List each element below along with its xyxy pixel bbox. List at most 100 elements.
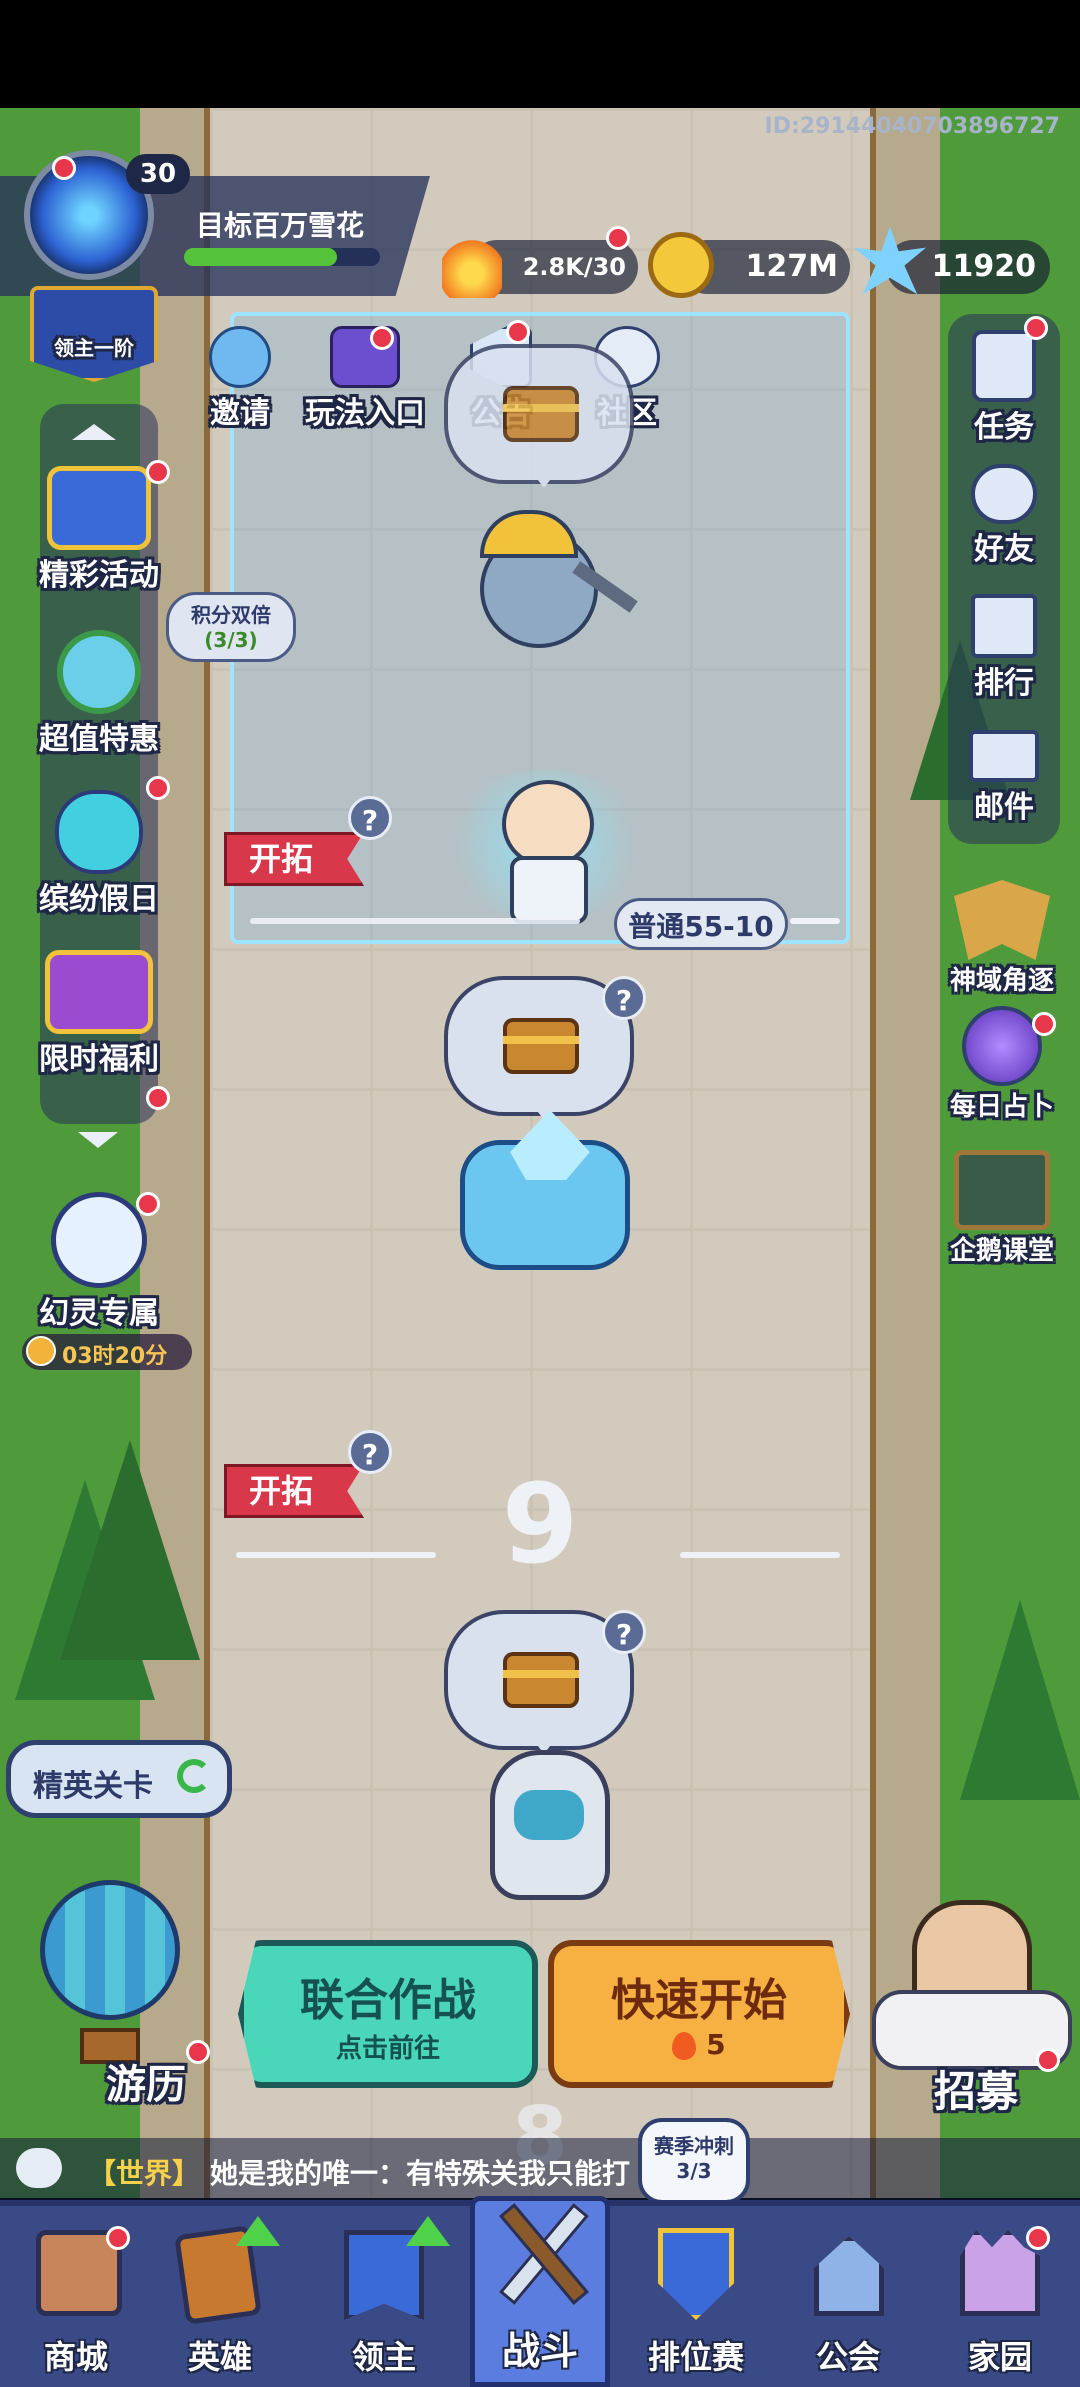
left-menu-item-deals[interactable]: 超值特惠 [24, 630, 174, 758]
upgrade-arrow-icon [236, 2216, 280, 2246]
right-menu-item-penguin-class[interactable]: 企鹅课堂 [924, 1150, 1080, 1267]
right-menu-item-ranking[interactable]: 排行 [934, 594, 1074, 702]
nav-tab-heroes[interactable]: 英雄 [150, 2210, 290, 2380]
game-screen: ID:29144040703896727 30 目标百万雪花 领主一阶 2.8K… [0, 0, 1080, 2387]
scroll-down-icon[interactable] [78, 1132, 118, 1148]
travel-button[interactable]: 游历 [10, 1860, 220, 2108]
guild-castle-icon [814, 2236, 884, 2316]
player-id: ID:29144040703896727 [764, 114, 1060, 139]
left-menu-item-holiday[interactable]: 缤纷假日 [24, 776, 174, 918]
right-menu-label: 企鹅课堂 [949, 1236, 1054, 1266]
treasure-welfare-icon [45, 950, 153, 1034]
travel-dot [186, 2040, 210, 2064]
enemy-yeti[interactable] [470, 1750, 640, 1920]
chest-icon [503, 386, 579, 442]
double-points-count: (3/3) [204, 628, 258, 652]
nav-tab-lord[interactable]: 领主 [314, 2210, 454, 2380]
nav-tab-guild[interactable]: 公会 [778, 2210, 918, 2380]
scroll-up-icon[interactable] [72, 424, 116, 440]
help-icon[interactable]: ? [602, 1610, 646, 1654]
left-menu-dot [136, 1192, 160, 1216]
left-menu-label: 幻灵专属 [39, 1296, 159, 1331]
spirit-timer: 03时20分 [22, 1334, 192, 1370]
right-menu-item-divination[interactable]: 每日占卜 [924, 1006, 1080, 1123]
quick-start-button[interactable]: 快速开始 5 [548, 1940, 850, 2088]
enemy-miner-zombie[interactable] [440, 500, 640, 660]
right-menu-item-divine-contest[interactable]: 神域角逐 [924, 880, 1080, 997]
nav-tab-home[interactable]: 家园 [930, 2210, 1070, 2380]
shortcut-invite[interactable]: 邀请 [200, 326, 280, 432]
enemy-ice-golem[interactable] [450, 1110, 640, 1280]
season-sprint-count: 3/3 [676, 2159, 712, 2183]
wings-crest-icon [954, 880, 1050, 960]
shortcut-label: 玩法入口 [305, 396, 425, 431]
hero-character[interactable] [440, 760, 650, 930]
quick-start-cost-value: 5 [706, 2028, 726, 2061]
left-menu-item-spirit[interactable]: 幻灵专属 [24, 1192, 174, 1332]
stage-divider [680, 1552, 840, 1558]
double-points-text: 积分双倍 [191, 603, 271, 627]
floor-number: 9 [501, 1460, 579, 1588]
elite-stage-text: 精英关卡 [33, 1769, 153, 1804]
level-badge: 30 [126, 154, 190, 194]
clock-deal-icon [57, 630, 141, 714]
stage-divider [790, 918, 840, 924]
stamina-value: 2.8K/30 [522, 253, 626, 281]
gold-coin-icon [648, 232, 714, 298]
hero-head [502, 780, 594, 868]
explore-flag[interactable]: 开拓 [224, 832, 364, 886]
double-points-bubble[interactable]: 积分双倍 (3/3) [166, 592, 296, 662]
hero-body [510, 856, 588, 924]
right-menu-dot [1024, 316, 1048, 340]
enemy-hat [480, 510, 578, 558]
left-menu-item-events[interactable]: 精彩活动 [24, 460, 174, 594]
spirit-timer-text: 03时20分 [62, 1344, 168, 1369]
right-menu-label: 排行 [974, 666, 1034, 701]
player-title: 目标百万雪花 [196, 209, 365, 242]
explore-flag-text: 开拓 [249, 840, 314, 878]
right-menu-dot [1032, 1012, 1056, 1036]
chest-event-icon [47, 466, 151, 550]
nav-label: 领主 [351, 2338, 416, 2376]
shortcut-label: 邀请 [210, 396, 270, 431]
left-menu-dot [146, 460, 170, 484]
nav-label: 排位赛 [647, 2338, 744, 2376]
level-text: 30 [139, 159, 177, 189]
clipboard-icon [972, 330, 1036, 402]
travel-label: 游历 [106, 2062, 186, 2108]
stamina-icon [442, 228, 502, 298]
left-menu-label: 超值特惠 [39, 722, 159, 757]
chat-bar[interactable]: 【世界】 她是我的唯一：有特殊关我只能打 [0, 2138, 1080, 2200]
mail-icon [969, 730, 1039, 782]
shortcut-gameplay[interactable]: 玩法入口 [300, 326, 430, 432]
help-icon[interactable]: ? [602, 976, 646, 1020]
nav-label: 英雄 [187, 2338, 252, 2376]
right-menu-item-mail[interactable]: 邮件 [934, 730, 1074, 826]
nav-label: 家园 [967, 2338, 1032, 2376]
help-icon[interactable]: ? [348, 796, 392, 840]
reward-bubble[interactable] [444, 344, 634, 488]
elite-stage-button[interactable]: 精英关卡 [6, 1740, 232, 1818]
explore-flag[interactable]: 开拓 [224, 1464, 364, 1518]
nav-tab-shop[interactable]: 商城 [6, 2210, 146, 2380]
recruit-button[interactable]: 招募 [862, 1900, 1074, 2120]
status-bar [0, 0, 1080, 108]
tree [960, 1600, 1080, 1800]
season-sprint-badge[interactable]: 赛季冲刺 3/3 [638, 2118, 750, 2204]
coop-battle-button[interactable]: 联合作战 点击前往 [238, 1940, 538, 2088]
crystal-ball-icon [962, 1006, 1042, 1086]
nav-label: 公会 [815, 2338, 880, 2376]
shortcut-dot [506, 320, 530, 344]
flame-icon [672, 2032, 697, 2060]
chat-bubble-icon [16, 2148, 62, 2188]
right-menu-item-friends[interactable]: 好友 [934, 464, 1074, 568]
help-icon[interactable]: ? [348, 1430, 392, 1474]
right-menu-item-tasks[interactable]: 任务 [934, 316, 1074, 446]
nav-tab-ranked[interactable]: 排位赛 [626, 2210, 766, 2380]
nav-label: 战斗 [501, 2329, 578, 2373]
left-menu-label: 限时福利 [39, 1042, 159, 1077]
quick-start-cost: 5 [554, 2028, 844, 2061]
left-menu-label: 精彩活动 [39, 558, 159, 593]
nav-tab-battle[interactable]: 战斗 [470, 2196, 610, 2386]
left-menu-item-welfare[interactable]: 限时福利 [24, 950, 174, 1078]
